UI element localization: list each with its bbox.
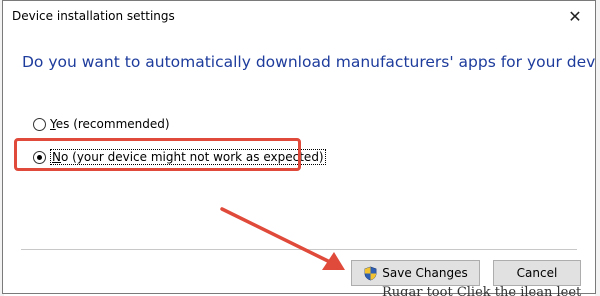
dialog-question: Do you want to automatically download ma… (22, 53, 596, 71)
radio-button-no[interactable] (33, 150, 46, 164)
radio-label-no: No (your device might not work as expect… (50, 149, 326, 165)
close-icon: ✕ (568, 6, 582, 26)
save-changes-button[interactable]: Save Changes (351, 260, 480, 286)
dialog-title: Device installation settings (12, 9, 175, 23)
radio-option-yes[interactable]: Yes (recommended) (33, 117, 170, 131)
mnemonic-no: N (52, 150, 61, 164)
title-bar: Device installation settings ✕ (3, 1, 595, 31)
uac-shield-icon (364, 266, 377, 280)
close-button[interactable]: ✕ (555, 1, 595, 31)
footer-divider (21, 249, 577, 250)
radio-button-yes[interactable] (33, 117, 46, 131)
save-changes-label: Save Changes (382, 266, 468, 280)
radio-option-no[interactable]: No (your device might not work as expect… (33, 149, 326, 165)
radio-label-no-text: o (your device might not work as expecte… (60, 150, 324, 164)
radio-label-yes: Yes (recommended) (50, 117, 170, 131)
radio-label-yes-text: es (recommended) (55, 117, 170, 131)
cancel-button[interactable]: Cancel (493, 260, 581, 286)
background-page-text: Rugar toot Cliek the ilean leet (382, 285, 582, 296)
device-installation-dialog: Device installation settings ✕ Do you wa… (2, 0, 596, 294)
cancel-label: Cancel (516, 266, 558, 280)
